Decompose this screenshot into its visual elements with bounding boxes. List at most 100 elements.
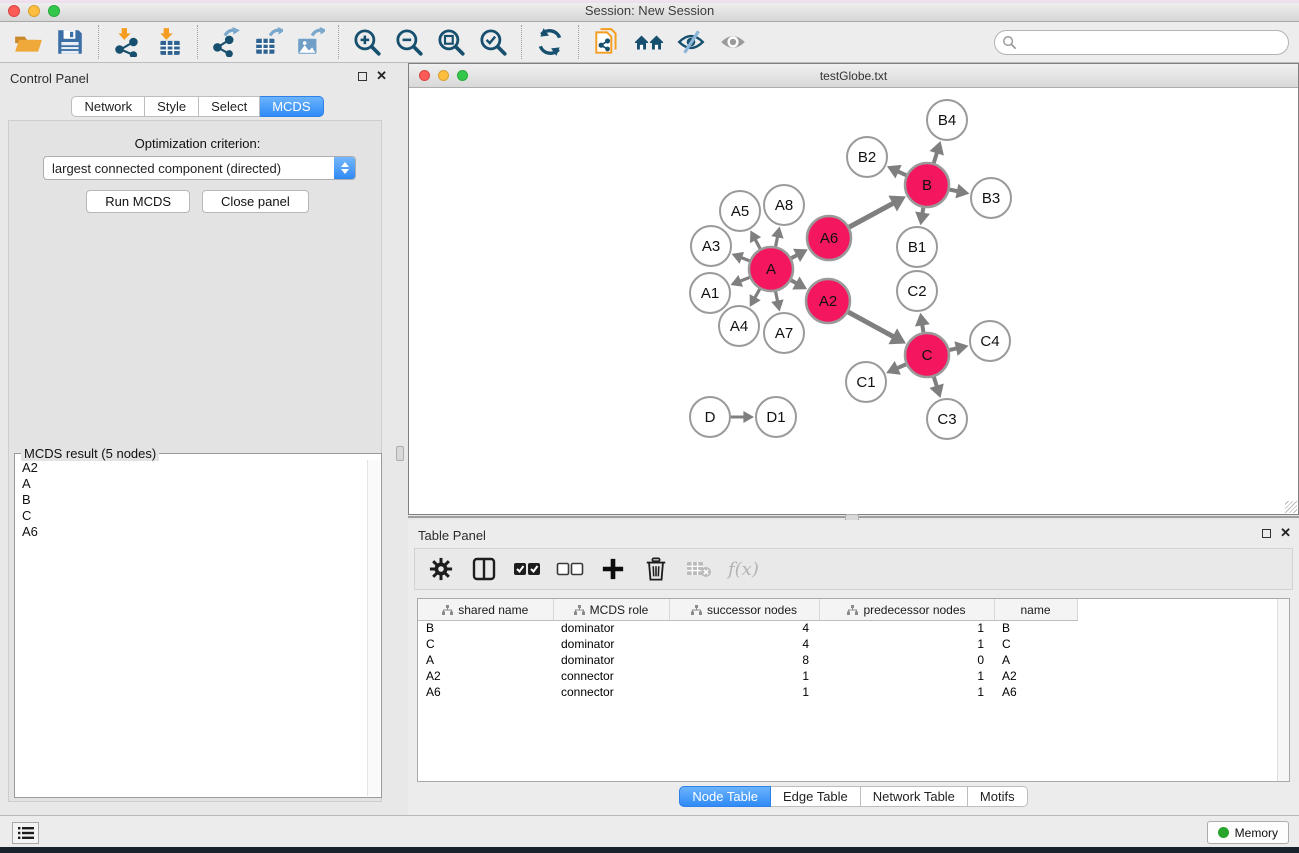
result-scrollbar[interactable] [367,460,380,796]
save-session-icon[interactable] [55,27,85,57]
table-row[interactable]: Bdominator41B [418,620,1289,636]
cell-successor-nodes[interactable]: 8 [669,652,819,668]
cell-successor-nodes[interactable]: 4 [669,620,819,636]
first-neighbors-icon[interactable] [634,27,664,57]
network-canvas[interactable]: AA1A2A3A4A5A6A7A8BB1B2B3B4CC1C2C3C4DD1 [409,88,1298,514]
table-row[interactable]: Adominator80A [418,652,1289,668]
cell-predecessor-nodes[interactable]: 1 [819,620,994,636]
node-label-A8: A8 [775,197,793,214]
node-label-D1: D1 [766,409,785,426]
table-row[interactable]: A2connector11A2 [418,668,1289,684]
zoom-in-icon[interactable] [352,27,382,57]
close-panel-button[interactable]: Close panel [202,190,309,213]
cell-name[interactable]: C [994,636,1077,652]
node-label-C3: C3 [937,411,956,428]
cell-shared-name[interactable]: B [418,620,553,636]
cell-successor-nodes[interactable]: 1 [669,668,819,684]
export-network-icon[interactable] [211,27,241,57]
cell-predecessor-nodes[interactable]: 1 [819,684,994,700]
cell-name[interactable]: B [994,620,1077,636]
cell-predecessor-nodes[interactable]: 1 [819,636,994,652]
export-table-icon[interactable] [253,27,283,57]
arrowhead [771,227,783,239]
show-all-icon[interactable] [718,27,748,57]
zoom-fit-icon[interactable] [436,27,466,57]
tab-style[interactable]: Style [145,96,199,117]
table-toolbar: f(x) [414,548,1293,590]
tab-mcds[interactable]: MCDS [260,96,323,117]
network-window-titlebar[interactable]: testGlobe.txt [409,64,1298,88]
result-item[interactable]: A6 [16,524,367,540]
node-label-C1: C1 [856,374,875,391]
select-all-columns-icon[interactable] [513,555,541,583]
table-options-gear-icon[interactable] [427,555,455,583]
cell-name[interactable]: A6 [994,684,1077,700]
close-panel-icon[interactable]: ✕ [376,71,387,81]
zoom-selected-icon[interactable] [478,27,508,57]
result-item[interactable]: C [16,508,367,524]
result-item[interactable]: A2 [16,460,367,476]
import-network-icon[interactable] [112,27,142,57]
cell-MCDS-role[interactable]: dominator [553,652,669,668]
mcds-result-box: MCDS result (5 nodes) A2ABCA6 [14,453,382,798]
table-scrollbar[interactable] [1277,599,1289,781]
table-row[interactable]: Cdominator41C [418,636,1289,652]
vertical-splitter-grip[interactable] [396,446,404,461]
cell-shared-name[interactable]: A [418,652,553,668]
tab-network[interactable]: Network [71,96,145,117]
cell-successor-nodes[interactable]: 1 [669,684,819,700]
edge-A2-C[interactable] [846,311,893,337]
optimization-criterion-label: Optimization criterion: [0,136,395,151]
cell-shared-name[interactable]: A2 [418,668,553,684]
open-session-icon[interactable] [13,27,43,57]
result-item[interactable]: B [16,492,367,508]
search-input[interactable] [994,30,1289,55]
cell-predecessor-nodes[interactable]: 0 [819,652,994,668]
new-network-from-selection-icon[interactable] [592,27,622,57]
tab-motifs[interactable]: Motifs [968,786,1028,807]
column-header-name[interactable]: name [994,599,1077,620]
cell-name[interactable]: A [994,652,1077,668]
column-header-shared-name[interactable]: shared name [418,599,553,620]
cell-predecessor-nodes[interactable]: 1 [819,668,994,684]
column-header-MCDS-role[interactable]: MCDS role [553,599,669,620]
tab-network-table[interactable]: Network Table [861,786,968,807]
node-label-B1: B1 [908,239,926,256]
network-graph: AA1A2A3A4A5A6A7A8BB1B2B3B4CC1C2C3C4DD1 [409,88,1298,514]
import-table-icon[interactable] [154,27,184,57]
unselect-all-columns-icon[interactable] [556,555,584,583]
show-columns-icon[interactable] [470,555,498,583]
column-header-successor-nodes[interactable]: successor nodes [669,599,819,620]
hide-selected-icon[interactable] [676,27,706,57]
table-float-panel-icon[interactable] [1262,529,1271,538]
table-close-panel-icon[interactable]: ✕ [1280,528,1291,538]
cell-shared-name[interactable]: C [418,636,553,652]
cell-shared-name[interactable]: A6 [418,684,553,700]
column-header-predecessor-nodes[interactable]: predecessor nodes [819,599,994,620]
memory-button[interactable]: Memory [1207,821,1289,844]
criterion-select[interactable]: largest connected component (directed) [43,156,356,180]
result-item[interactable]: A [16,476,367,492]
window-resize-grip[interactable] [1285,501,1297,513]
table-panel: Table Panel ✕ f(x) shared nameMCDS roles… [408,520,1299,815]
zoom-out-icon[interactable] [394,27,424,57]
cell-MCDS-role[interactable]: connector [553,668,669,684]
tab-select[interactable]: Select [199,96,260,117]
cell-MCDS-role[interactable]: dominator [553,620,669,636]
cell-MCDS-role[interactable]: dominator [553,636,669,652]
tab-edge-table[interactable]: Edge Table [771,786,861,807]
add-column-icon[interactable] [599,555,627,583]
cell-successor-nodes[interactable]: 4 [669,636,819,652]
tab-node-table[interactable]: Node Table [679,786,771,807]
task-history-button[interactable] [12,822,39,844]
cell-name[interactable]: A2 [994,668,1077,684]
edge-A6-B[interactable] [847,203,893,228]
export-image-icon[interactable] [295,27,325,57]
float-panel-icon[interactable] [358,72,367,81]
cell-MCDS-role[interactable]: connector [553,684,669,700]
memory-status-icon [1218,827,1229,838]
run-mcds-button[interactable]: Run MCDS [86,190,190,213]
apply-layout-icon[interactable] [535,27,565,57]
delete-column-icon[interactable] [642,555,670,583]
table-row[interactable]: A6connector11A6 [418,684,1289,700]
